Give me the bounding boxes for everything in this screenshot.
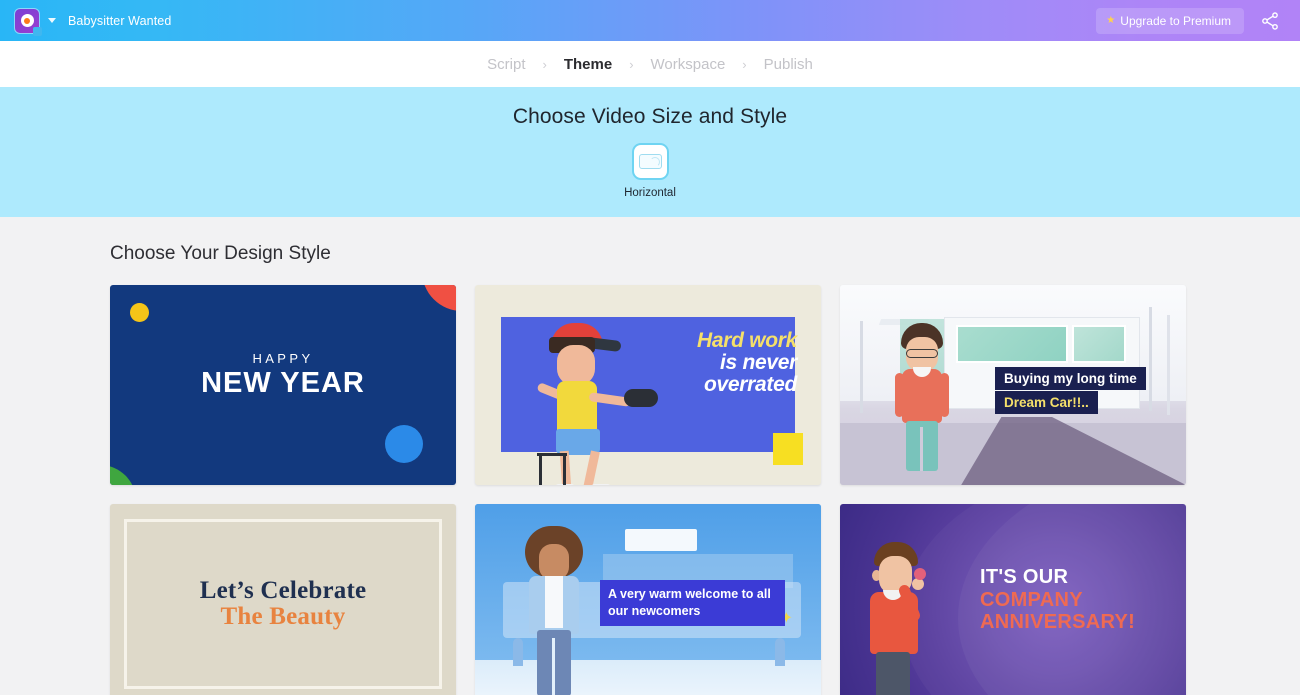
card-text-line2: is never [720,350,797,374]
video-size-option-horizontal[interactable]: Horizontal [624,143,676,199]
scene-pole [1167,315,1170,415]
banner-title: Choose Video Size and Style [512,105,788,128]
card-text-line3: overrated [703,372,797,396]
breadcrumb-step-script[interactable]: Script [485,56,527,73]
card-caption-line2: Dream Car!!.. [995,391,1098,414]
breadcrumb: Script › Theme › Workspace › Publish [0,41,1300,87]
top-bar-actions: ★ Upgrade to Premium [1096,7,1286,34]
breadcrumb-separator: › [629,56,634,72]
card-text-block: IT'S OUR COMPANY ANNIVERSARY! [980,566,1135,634]
breadcrumb-separator: › [742,56,747,72]
share-icon[interactable] [1260,11,1280,31]
design-card-lets-celebrate[interactable]: Let’s Celebrate The Beauty [110,504,456,695]
design-card-warm-welcome[interactable]: ✦ A very warm welcome to all our newcome… [475,504,821,695]
card-text-line2: The Beauty [220,603,346,630]
design-card-hard-work[interactable]: Hard work is never overrated [475,285,821,485]
upgrade-label: Upgrade to Premium [1120,13,1231,28]
video-size-banner: Choose Video Size and Style Horizontal [0,87,1300,217]
scene-window-right [1072,325,1126,363]
upgrade-to-premium-button[interactable]: ★ Upgrade to Premium [1096,7,1244,34]
horizontal-video-icon [631,143,669,180]
character-illustration-athlete [529,321,658,485]
card-text-block: Hard work is never overrated [647,330,797,395]
card-caption-line1: Buying my long time [995,367,1146,390]
card-text-line3: ANNIVERSARY! [980,611,1136,634]
card-text-happy: HAPPY [252,351,314,366]
decor-yellow-square [773,433,803,465]
chevron-down-icon[interactable] [48,18,56,23]
card-text-block: Let’s Celebrate The Beauty [199,576,367,631]
scene-screen [625,529,697,551]
character-illustration-woman [523,526,593,695]
design-card-dream-car[interactable]: Buying my long time Dream Car!!.. [840,285,1186,485]
star-icon: ★ [1106,14,1116,26]
decor-green-corner [110,465,136,485]
document-title: Babysitter Wanted [68,13,172,28]
video-size-label: Horizontal [624,187,676,199]
logo-badge-icon [33,26,42,36]
breadcrumb-step-publish[interactable]: Publish [762,56,815,73]
decor-yellow-dot [130,303,149,322]
breadcrumb-step-theme[interactable]: Theme [562,56,614,73]
design-style-section: Choose Your Design Style HAPPY NEW YEAR … [0,217,1300,695]
scene-pole [860,321,863,413]
design-style-grid: HAPPY NEW YEAR Hard work is never overra… [110,285,1204,695]
app-logo-icon[interactable] [14,7,42,36]
scene-window-left [956,325,1068,363]
logo-eye-icon [20,14,34,27]
card-caption: A very warm welcome to all our newcomers [600,580,785,626]
scene-pole [1149,307,1152,411]
decor-blue-dot [385,425,423,463]
scene-plant [513,638,523,666]
design-card-happy-new-year[interactable]: HAPPY NEW YEAR [110,285,456,485]
card-text-line1: Hard work [697,329,797,352]
card-text-line1: IT'S OUR [980,566,1069,588]
top-bar: Babysitter Wanted ★ Upgrade to Premium [0,0,1300,41]
design-card-company-anniversary[interactable]: IT'S OUR COMPANY ANNIVERSARY! [840,504,1186,695]
character-illustration-man-flower [866,542,944,695]
section-title: Choose Your Design Style [110,243,331,264]
breadcrumb-separator: › [542,56,547,72]
card-text-new-year: NEW YEAR [201,367,365,399]
scene-plant [775,638,785,666]
breadcrumb-step-workspace[interactable]: Workspace [649,56,728,73]
character-illustration-man-glasses [894,323,954,473]
decor-red-corner [422,285,456,311]
app-logo-group[interactable] [14,7,56,36]
card-text-line2: COMPANY [980,588,1083,611]
card-text-line1: Let’s Celebrate [199,576,367,604]
